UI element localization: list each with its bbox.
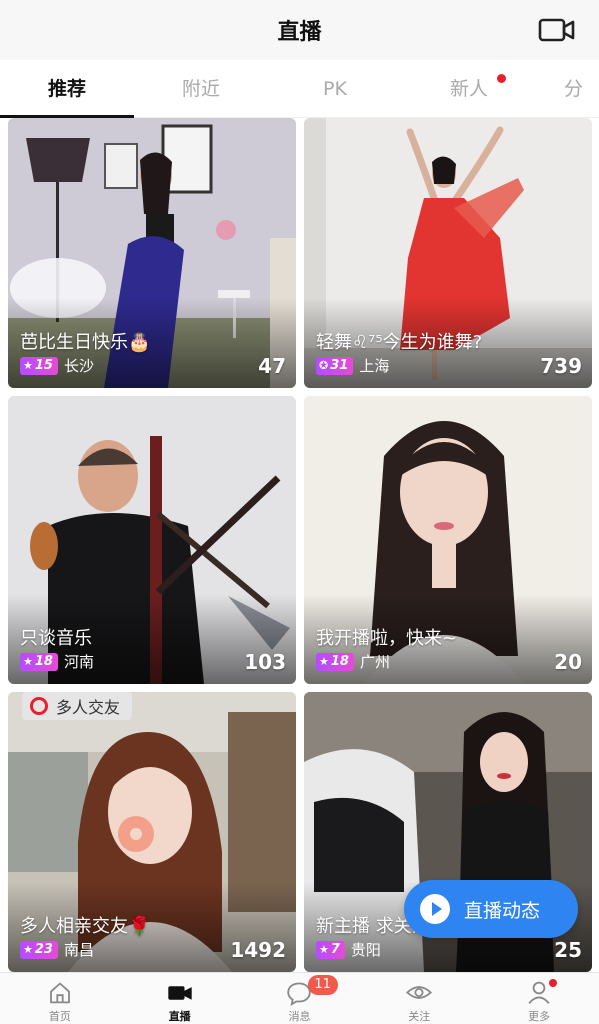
level-value: 31 xyxy=(330,357,349,373)
stream-card[interactable]: 轻舞♌⁷⁵今生为谁舞? ✪ 31 上海 739 xyxy=(304,118,592,388)
tab-recommend[interactable]: 推荐 xyxy=(0,60,134,118)
viewer-count: 25 xyxy=(554,938,582,962)
stream-card[interactable]: 我开播啦，快来~ ★ 18 广州 20 xyxy=(304,396,592,684)
header: 直播 xyxy=(0,0,599,60)
new-dot-indicator xyxy=(497,73,506,83)
page-title: 直播 xyxy=(277,20,322,45)
viewer-count: 1492 xyxy=(230,938,286,962)
nav-label: 更多 xyxy=(528,1010,551,1023)
star-icon: ★ xyxy=(319,654,329,668)
star-icon: ✪ xyxy=(319,358,329,372)
nav-live[interactable]: 直播 xyxy=(120,973,240,1024)
stream-card[interactable]: 多人相亲交友🌹 ★ 23 南昌 1492 xyxy=(8,692,296,972)
stream-title: 我开播啦，快来~ xyxy=(316,628,458,649)
nav-label: 关注 xyxy=(408,1010,431,1023)
stream-title: 轻舞♌⁷⁵今生为谁舞? xyxy=(316,332,483,353)
tab-pk[interactable]: PK xyxy=(268,60,402,118)
live-feed-button[interactable]: 直播动态 xyxy=(404,880,578,938)
app-root: 直播 推荐 附近 PK 新人 分 芭比生日快乐🎂 ★ 15 长沙 47 轻舞♌⁷… xyxy=(0,0,599,1024)
tab-nearby[interactable]: 附近 xyxy=(134,60,268,118)
level-badge: ★ 7 xyxy=(316,940,345,959)
unread-badge: 11 xyxy=(307,975,338,995)
nav-more[interactable]: 更多 xyxy=(479,973,599,1024)
star-icon: ★ xyxy=(23,942,33,956)
nav-label: 消息 xyxy=(288,1010,311,1023)
tab-label: 新人 xyxy=(449,77,488,100)
stream-grid: 芭比生日快乐🎂 ★ 15 长沙 47 轻舞♌⁷⁵今生为谁舞? ✪ 31 上海 7… xyxy=(0,118,599,972)
city-label: 贵阳 xyxy=(350,941,381,959)
nav-home[interactable]: 首页 xyxy=(0,973,120,1024)
level-value: 23 xyxy=(34,941,53,957)
eye-icon xyxy=(406,986,433,999)
stream-meta: ★ 23 南昌 xyxy=(20,939,94,960)
stream-title: 多人相亲交友🌹 xyxy=(20,916,151,937)
level-value: 15 xyxy=(34,357,53,373)
stream-meta: ★ 18 河南 xyxy=(20,651,94,672)
city-label: 南昌 xyxy=(63,941,94,959)
level-badge: ★ 18 xyxy=(20,652,58,671)
tab-newcomer[interactable]: 新人 xyxy=(402,60,536,118)
nav-label: 直播 xyxy=(168,1010,191,1023)
tab-label: 推荐 xyxy=(47,77,86,100)
live-feed-label: 直播动态 xyxy=(464,899,541,922)
star-icon: ★ xyxy=(23,654,33,668)
nav-messages[interactable]: 11 消息 xyxy=(240,973,360,1024)
level-badge: ★ 15 xyxy=(20,356,58,375)
city-label: 长沙 xyxy=(63,357,94,375)
tag-label: 多人交友 xyxy=(56,698,121,717)
tab-label: 附近 xyxy=(181,77,220,100)
level-badge: ★ 23 xyxy=(20,940,58,959)
multi-user-tag: 多人交友 xyxy=(22,692,133,720)
nav-label: 首页 xyxy=(48,1010,71,1023)
tab-partial[interactable]: 分 xyxy=(536,60,596,118)
stream-meta: ★ 7 贵阳 xyxy=(316,939,381,960)
nav-follow[interactable]: 关注 xyxy=(359,973,479,1024)
tab-label: 分 xyxy=(564,77,584,100)
video-camera-icon[interactable] xyxy=(537,14,577,46)
city-label: 河南 xyxy=(63,653,94,671)
stream-meta: ✪ 31 上海 xyxy=(316,355,389,376)
level-value: 18 xyxy=(34,653,53,669)
bottom-nav: 首页 直播 11 消息 关注 更多 xyxy=(0,972,599,1024)
level-badge: ★ 18 xyxy=(316,652,354,671)
city-label: 上海 xyxy=(359,357,390,375)
viewer-count: 103 xyxy=(244,650,286,674)
viewer-count: 739 xyxy=(540,354,582,378)
level-value: 18 xyxy=(330,653,349,669)
viewer-count: 47 xyxy=(258,354,286,378)
level-value: 7 xyxy=(330,941,340,957)
stream-meta: ★ 18 广州 xyxy=(316,651,390,672)
stream-title: 芭比生日快乐🎂 xyxy=(20,332,151,353)
stream-meta: ★ 15 长沙 xyxy=(20,355,94,376)
tab-label: PK xyxy=(323,77,347,100)
home-icon xyxy=(49,982,70,1004)
video-icon xyxy=(167,986,192,1000)
stream-title: 只谈音乐 xyxy=(20,628,92,649)
level-badge: ✪ 31 xyxy=(316,356,354,375)
ring-icon xyxy=(30,697,48,715)
city-label: 广州 xyxy=(359,653,390,671)
category-tabs: 推荐 附近 PK 新人 分 xyxy=(0,60,599,118)
viewer-count: 20 xyxy=(554,650,582,674)
notification-dot xyxy=(549,979,558,987)
stream-card[interactable]: 芭比生日快乐🎂 ★ 15 长沙 47 xyxy=(8,118,296,388)
star-icon: ★ xyxy=(319,942,329,956)
stream-card[interactable]: 只谈音乐 ★ 18 河南 103 xyxy=(8,396,296,684)
star-icon: ★ xyxy=(23,358,33,372)
play-icon xyxy=(420,894,450,924)
